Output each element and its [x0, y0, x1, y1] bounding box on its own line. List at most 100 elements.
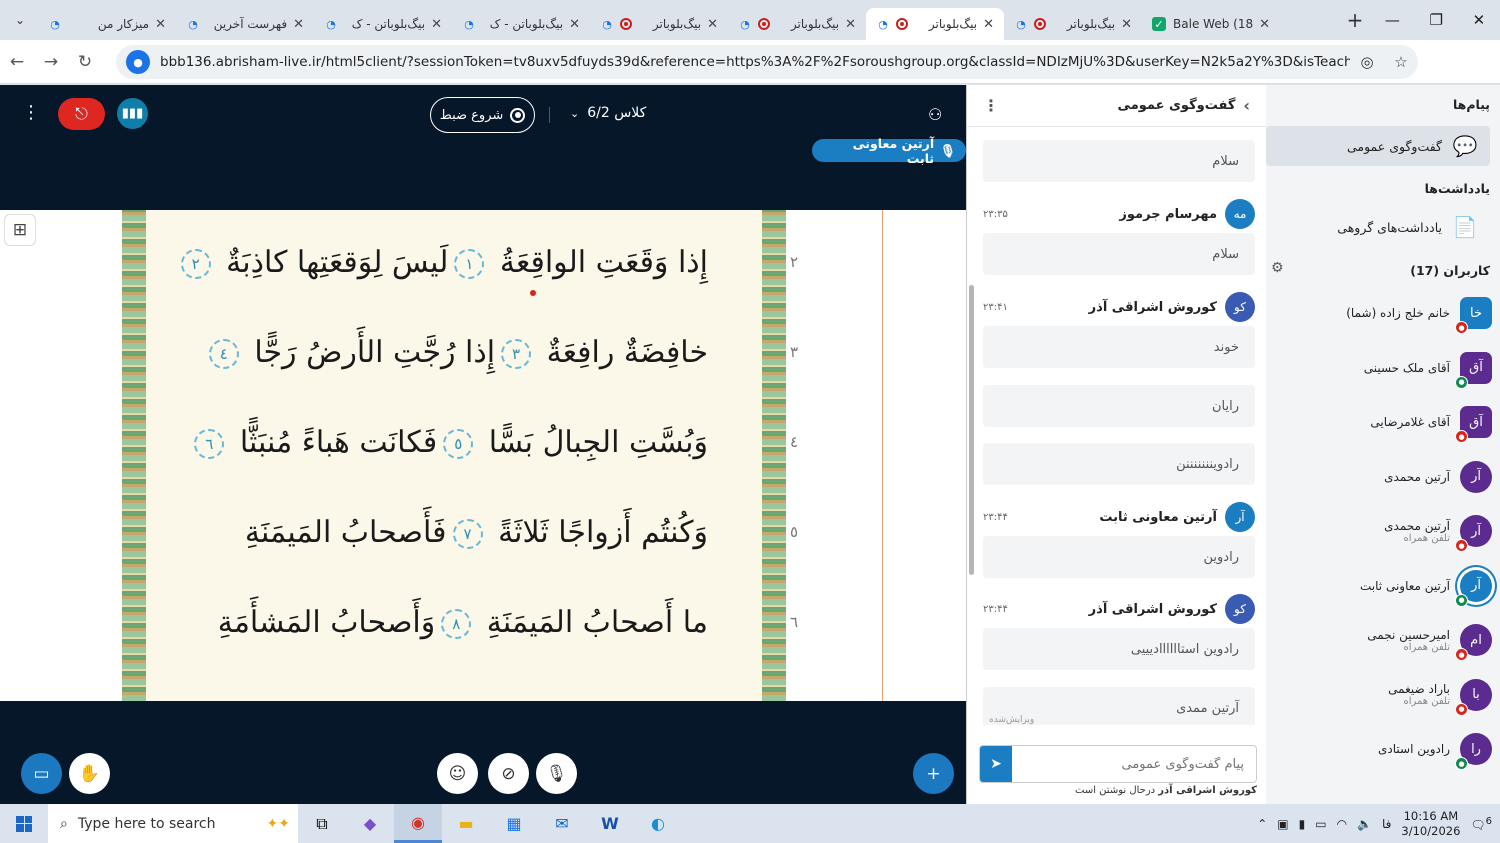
tab[interactable]: ◔ بیگ‌بلوباتن - ک ✕: [452, 8, 590, 40]
options-menu-icon[interactable]: ⋮: [22, 102, 40, 123]
user-list-item[interactable]: آق ● آقای ملک حسینی: [1272, 343, 1492, 393]
battery-icon[interactable]: ▭: [1315, 817, 1326, 831]
chat-scrollbar[interactable]: [969, 285, 974, 575]
user-list-item[interactable]: آر ● آرتین محمدی تلفن همراه: [1272, 506, 1492, 556]
sender-avatar[interactable]: مه: [1225, 199, 1255, 229]
close-tab-icon[interactable]: ✕: [983, 17, 994, 32]
store-icon[interactable]: ▦: [490, 804, 538, 843]
notification-icon[interactable]: 🗨6: [1470, 816, 1492, 832]
sender-avatar[interactable]: آر: [1225, 502, 1255, 532]
user-settings-gear-icon[interactable]: ⚙: [1271, 260, 1284, 276]
presenter-badge: 🎙 آرتین معاونی ثابت: [812, 136, 966, 166]
tracking-protection-icon[interactable]: ◎: [1350, 53, 1384, 71]
whiteboard-tools-icon[interactable]: ⊞: [4, 214, 36, 246]
site-favicon-icon: ◔: [464, 17, 474, 31]
sender-avatar[interactable]: کو: [1225, 594, 1255, 624]
toggle-userlist-icon[interactable]: ⚇: [928, 105, 942, 124]
user-list-item[interactable]: آق ● آقای غلامرضایی: [1272, 397, 1492, 447]
close-tab-icon[interactable]: ✕: [845, 17, 856, 32]
slide-border-line: [882, 210, 883, 701]
mic-muted-icon: ●: [1455, 539, 1468, 552]
sender-avatar[interactable]: کو: [1225, 292, 1255, 322]
raise-hand-button[interactable]: ✋: [69, 753, 110, 794]
chrome-icon[interactable]: ◉: [394, 804, 442, 843]
start-button[interactable]: [0, 804, 48, 843]
user-list-item[interactable]: را ● رادوین استادی: [1272, 724, 1492, 774]
presentation-slide[interactable]: ⊞ إِذا وَقَعَتِ الواقِعَةُ ١لَيسَ لِوَقع…: [0, 210, 966, 701]
mic-tray-icon[interactable]: ▮: [1299, 817, 1306, 831]
camera-button[interactable]: ⊘: [488, 753, 529, 794]
volume-icon[interactable]: 🔈: [1357, 817, 1372, 831]
url-field[interactable]: ● bbb136.abrisham-live.ir/html5client/?s…: [116, 45, 1418, 79]
message-text: خوند: [1213, 339, 1239, 355]
reload-icon[interactable]: ↻: [68, 52, 102, 72]
word-icon[interactable]: W: [586, 804, 634, 843]
user-list-item[interactable]: با ● باراد ضیغمی تلفن همراه: [1272, 670, 1492, 720]
file-explorer-icon[interactable]: ▬: [442, 804, 490, 843]
bookmark-star-icon[interactable]: ☆: [1384, 53, 1418, 71]
network-device-icon[interactable]: ▣: [1277, 817, 1288, 831]
leave-meeting-button[interactable]: ⎋: [58, 98, 105, 130]
sidebar-item-shared-notes[interactable]: 📄 یادداشت‌های گروهی: [1266, 207, 1490, 247]
tab[interactable]: ◔ بیگ‌بلوباتر ✕: [590, 8, 728, 40]
tray-chevron-icon[interactable]: ⌃: [1257, 817, 1267, 831]
forward-icon[interactable]: →: [34, 52, 68, 72]
new-tab-button[interactable]: +: [1340, 8, 1370, 32]
tab[interactable]: ◔ بیگ‌بلوباتر ✕: [866, 8, 1004, 40]
sidebar-item-public-chat[interactable]: 💬 گفت‌وگوی عمومی: [1266, 126, 1490, 166]
user-name: رادوین استادی: [1378, 742, 1450, 756]
line-number: ٦: [790, 613, 799, 631]
send-message-button[interactable]: ➤: [980, 746, 1012, 782]
back-icon[interactable]: ←: [0, 52, 34, 72]
site-favicon-icon: ◔: [740, 17, 750, 31]
close-tab-icon[interactable]: ✕: [707, 17, 718, 32]
input-language[interactable]: فا: [1382, 817, 1391, 831]
close-tab-icon[interactable]: ✕: [155, 17, 166, 32]
edge-icon[interactable]: ◐: [634, 804, 682, 843]
minimize-icon[interactable]: —: [1385, 11, 1400, 29]
user-initials: خا: [1470, 305, 1482, 321]
close-window-icon[interactable]: ✕: [1473, 11, 1486, 29]
wifi-icon[interactable]: ◠: [1337, 817, 1347, 831]
user-list-item[interactable]: خا ● خانم خلج زاده (شما): [1272, 288, 1492, 338]
user-device: تلفن همراه: [1403, 641, 1450, 653]
connection-status-button[interactable]: ▮▮▮: [117, 98, 148, 129]
close-tab-icon[interactable]: ✕: [293, 17, 304, 32]
clock[interactable]: 10:16 AM 3/10/2026: [1401, 809, 1460, 839]
present-screen-button[interactable]: ▭: [21, 753, 62, 794]
copilot-icon[interactable]: ◆: [346, 804, 394, 843]
user-list-item[interactable]: ام ● امیرحسین نجمی تلفن همراه: [1272, 615, 1492, 665]
user-name: آقای ملک حسینی: [1363, 360, 1450, 375]
taskbar-search[interactable]: ⌕ Type here to search ✦✦: [48, 804, 298, 843]
tab-search-dropdown-icon[interactable]: ⌄: [8, 8, 32, 32]
actions-plus-button[interactable]: +: [913, 753, 954, 794]
tab[interactable]: ◔ فهرست آخرین ✕: [176, 8, 314, 40]
microphone-button[interactable]: 🎙: [536, 753, 577, 794]
tab[interactable]: ◔ بیگ‌بلوباتن - ک ✕: [314, 8, 452, 40]
close-tab-icon[interactable]: ✕: [431, 17, 442, 32]
site-info-icon[interactable]: ●: [126, 50, 150, 74]
user-list-item[interactable]: آر آرتین محمدی: [1272, 452, 1492, 502]
close-tab-icon[interactable]: ✕: [1259, 17, 1270, 32]
close-tab-icon[interactable]: ✕: [569, 17, 580, 32]
typing-text: درحال نوشتن است: [1075, 785, 1159, 796]
user-initials: آر: [1471, 469, 1481, 484]
outlook-icon[interactable]: ✉: [538, 804, 586, 843]
start-recording-button[interactable]: شروع ضبط: [430, 97, 535, 133]
task-view-icon[interactable]: ⧉: [298, 804, 346, 843]
tab[interactable]: ✓ Bale Web (18 ✕: [1142, 8, 1280, 40]
maximize-icon[interactable]: ❐: [1429, 11, 1442, 29]
user-list-item[interactable]: آر ● آرتین معاونی ثابت: [1272, 561, 1492, 611]
chat-options-icon[interactable]: ⋮: [983, 96, 999, 115]
tab[interactable]: ◔ میزکار من ✕: [38, 8, 176, 40]
tab[interactable]: ◔ بیگ‌بلوباتر ✕: [1004, 8, 1142, 40]
reactions-button[interactable]: ☺: [437, 753, 478, 794]
message-time: ۲۳:۳۵: [983, 208, 1008, 220]
url-text[interactable]: bbb136.abrisham-live.ir/html5client/?ses…: [160, 54, 1350, 70]
class-name-dropdown[interactable]: کلاس 6/2 ⌄: [570, 105, 646, 121]
close-tab-icon[interactable]: ✕: [1121, 17, 1132, 32]
verse-text: ما أَصحابُ المَيمَنَةِ: [486, 605, 708, 640]
close-chat-icon[interactable]: ›: [1243, 96, 1250, 115]
chat-message-input[interactable]: [1012, 756, 1256, 772]
tab[interactable]: ◔ بیگ‌بلوباتر ✕: [728, 8, 866, 40]
